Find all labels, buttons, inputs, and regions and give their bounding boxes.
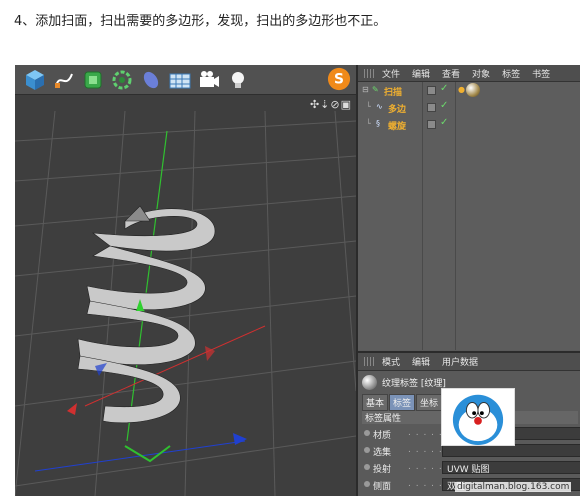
watermark: digitalman.blog.163.com [455,482,572,492]
tree-branch-icon: └ [366,102,371,111]
y-axis [126,130,168,442]
menu-item-file[interactable]: 文件 [382,67,400,80]
viewport-nav-tools[interactable]: ✣⇣⊘▣ [310,98,352,111]
enabled-check-icon[interactable]: ✓ [440,100,448,111]
doraemon-avatar [441,388,515,446]
svg-text:S: S [334,72,344,88]
array-icon[interactable] [110,68,134,92]
property-projection: 投射 . . . . . . UVW 贴图 [362,461,580,475]
enabled-check-icon[interactable]: ✓ [440,83,448,94]
menu-item-view[interactable]: 查看 [442,67,460,80]
keyframe-dot-icon[interactable] [364,464,370,470]
material-tag-icon[interactable] [466,83,480,97]
light-bulb-icon[interactable] [226,68,250,92]
helix-object-icon: § [376,119,380,128]
menu-item-mode[interactable]: 模式 [382,355,400,368]
keyframe-dot-icon[interactable] [364,430,370,436]
menu-item-edit[interactable]: 编辑 [412,355,430,368]
menu-item-bookmark[interactable]: 书签 [532,67,550,80]
object-name[interactable]: 扫描 [384,85,402,98]
layer-flag[interactable] [427,86,436,95]
3d-scene[interactable] [15,111,356,496]
axis-arrow-x [67,403,77,415]
floor-grid-icon[interactable] [168,68,192,92]
spline-pen-icon[interactable] [52,68,76,92]
ground-gizmo [124,445,171,463]
cube-icon[interactable] [23,68,47,92]
page-caption: 4、添加扫面，扫出需要的多边形，发现，扫出的多边形也不正。 [14,14,387,29]
sweep-object-icon: ✎ [372,85,379,94]
tag-title-text: 纹理标签 [纹理] [382,379,446,389]
object-row-sweep[interactable]: ⊟ ✎ 扫描 ✓ ● [358,82,580,99]
layer-flag[interactable] [427,103,436,112]
menu-item-tag[interactable]: 标签 [502,67,520,80]
scene-s-icon[interactable]: S [327,67,353,93]
attribute-tabs: 基本 标签 坐标 [362,394,443,411]
material-ball-icon [362,375,377,390]
keyframe-dot-icon[interactable] [364,447,370,453]
nurbs-icon[interactable] [81,68,105,92]
tag-icon[interactable]: ● [458,85,465,94]
collapse-icon[interactable]: ⊟ [362,85,369,94]
tab-tag[interactable]: 标签 [389,394,416,411]
axis-arrow-z [233,433,247,445]
layer-flag[interactable] [427,120,436,129]
keyframe-dot-icon[interactable] [364,481,370,487]
axis-handle-x [205,346,215,361]
tab-basic[interactable]: 基本 [362,394,389,411]
camera-icon[interactable] [197,68,221,92]
object-name[interactable]: 多边 [388,102,406,115]
menu-item-object[interactable]: 对象 [472,67,490,80]
projection-select[interactable]: UVW 贴图 [442,461,580,475]
attribute-menubar: 模式 编辑 用户数据 [358,353,580,371]
tree-branch-icon: └ [366,119,371,128]
sweep-helix [77,205,216,424]
object-name[interactable]: 螺旋 [388,119,406,132]
deformer-icon[interactable] [139,68,163,92]
spline-object-icon: ∿ [376,102,383,111]
panel-grip-icon[interactable] [364,68,374,78]
object-manager-menubar: 文件 编辑 查看 对象 标签 书签 [358,65,580,82]
object-row-helix[interactable]: └ § 螺旋 ✓ [358,116,580,133]
enabled-check-icon[interactable]: ✓ [440,117,448,128]
menu-item-edit[interactable]: 编辑 [412,67,430,80]
menu-item-userdata[interactable]: 用户数据 [442,355,478,368]
object-row-polygon[interactable]: └ ∿ 多边 ✓ [358,99,580,116]
panel-grip-icon[interactable] [364,357,374,366]
tag-title: 纹理标签 [纹理] [362,375,446,390]
object-manager: ⊟ ✎ 扫描 ✓ ● └ ∿ 多边 ✓ └ § 螺旋 ✓ [358,82,580,350]
viewport-panel[interactable]: S ✣⇣⊘▣ [15,65,356,496]
main-toolbar: S [15,65,356,95]
tab-coord[interactable]: 坐标 [416,394,443,411]
